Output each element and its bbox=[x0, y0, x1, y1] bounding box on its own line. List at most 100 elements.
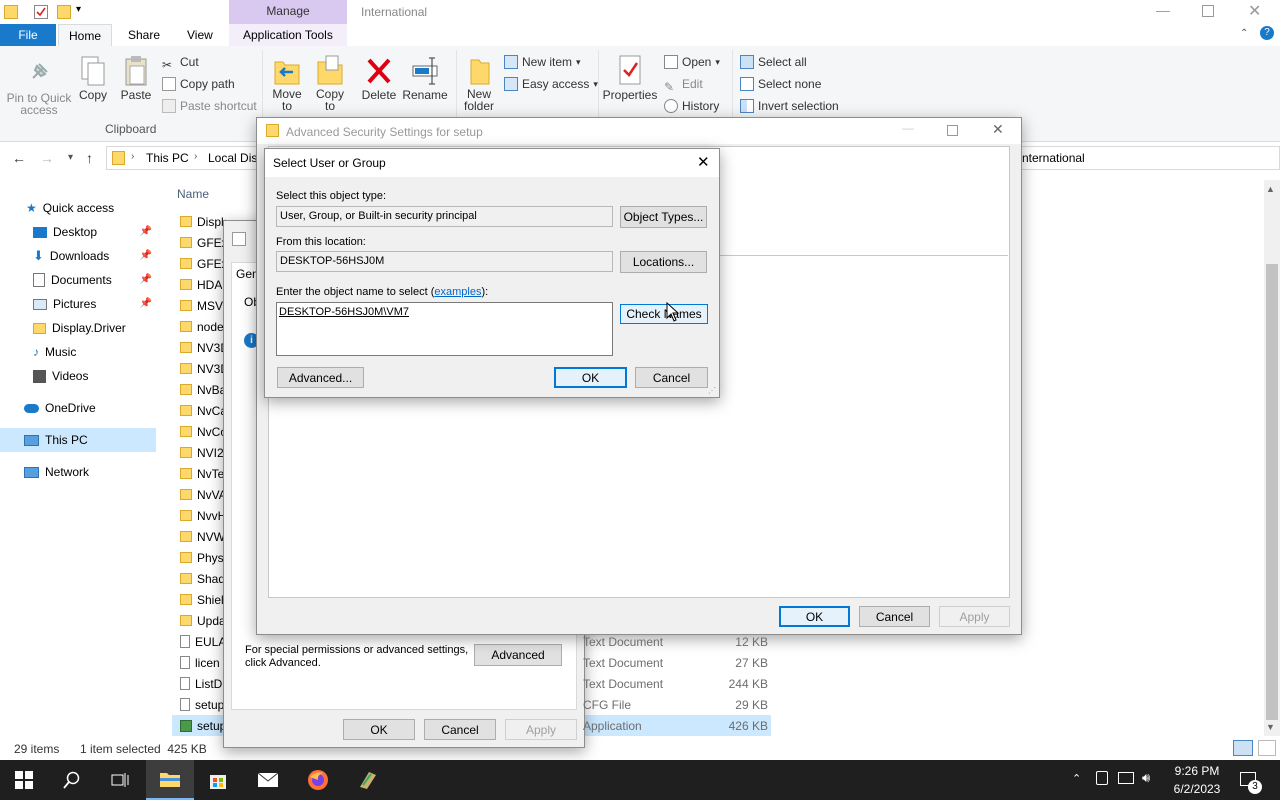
file-row[interactable]: setup bbox=[172, 694, 226, 715]
file-row[interactable]: NvvH bbox=[172, 505, 226, 526]
taskbar-store[interactable] bbox=[194, 760, 242, 800]
invert-selection-button[interactable]: Invert selection bbox=[740, 96, 839, 116]
show-hidden-icons[interactable]: ⌃ bbox=[1072, 772, 1081, 785]
copy-to-button[interactable]: Copy to bbox=[311, 54, 349, 112]
nav-item-display-driver[interactable]: Display.Driver bbox=[0, 316, 156, 340]
copy-path-button[interactable]: Copy path bbox=[162, 74, 235, 94]
nav-item-onedrive[interactable]: OneDrive bbox=[0, 396, 156, 420]
select-none-button[interactable]: Select none bbox=[740, 74, 821, 94]
search-button[interactable] bbox=[48, 760, 96, 800]
scroll-up-icon[interactable]: ▲ bbox=[1266, 184, 1275, 194]
qat-dropdown-icon[interactable]: ▾ bbox=[76, 4, 81, 15]
file-row[interactable]: licen bbox=[172, 652, 226, 673]
tab-file[interactable]: File bbox=[0, 24, 56, 46]
clock-time[interactable]: 9:26 PM bbox=[1162, 764, 1232, 778]
back-arrow-icon[interactable]: ← bbox=[12, 150, 26, 166]
select-all-button[interactable]: Select all bbox=[740, 52, 807, 72]
move-to-button[interactable]: Move to bbox=[268, 54, 306, 112]
pin-quick-access-button[interactable]: Pin to Quick access bbox=[6, 58, 72, 116]
scroll-down-icon[interactable]: ▼ bbox=[1266, 722, 1275, 732]
up-arrow-icon[interactable]: ↑ bbox=[86, 150, 93, 166]
examples-link[interactable]: examples bbox=[434, 286, 481, 298]
file-row[interactable]: NVI2 bbox=[172, 442, 226, 463]
manage-tab[interactable]: Manage bbox=[229, 0, 347, 24]
adv-minimize-button[interactable]: — bbox=[902, 121, 914, 135]
file-row[interactable]: Shiel bbox=[172, 589, 226, 610]
file-row[interactable]: NVW bbox=[172, 526, 226, 547]
cut-button[interactable]: ✂ Cut bbox=[162, 52, 199, 72]
open-button[interactable]: Open ▾ bbox=[664, 52, 720, 72]
nav-item-quick-access[interactable]: ★ Quick access bbox=[0, 196, 156, 220]
props-cancel-button[interactable]: Cancel bbox=[424, 719, 496, 740]
restore-button[interactable] bbox=[1202, 5, 1214, 17]
taskbar-firefox[interactable] bbox=[294, 760, 342, 800]
new-folder-button[interactable]: New folder bbox=[460, 54, 498, 112]
file-row[interactable]: GFEx bbox=[172, 232, 226, 253]
select-advanced-button[interactable]: Advanced... bbox=[277, 367, 364, 388]
help-icon[interactable]: ? bbox=[1260, 26, 1274, 40]
check-names-button[interactable]: Check Names bbox=[620, 304, 708, 324]
copy-button[interactable]: Copy bbox=[76, 54, 110, 102]
props-ok-button[interactable]: OK bbox=[343, 719, 415, 740]
tab-view[interactable]: View bbox=[177, 24, 223, 46]
network-tray-icon[interactable] bbox=[1118, 772, 1134, 784]
tab-application-tools[interactable]: Application Tools bbox=[233, 24, 343, 46]
nav-item-videos[interactable]: Videos bbox=[0, 364, 156, 388]
device-icon[interactable] bbox=[1096, 771, 1108, 785]
delete-button[interactable]: Delete bbox=[358, 54, 400, 102]
select-user-close-button[interactable]: ✕ bbox=[697, 153, 710, 171]
tab-home[interactable]: Home bbox=[58, 24, 112, 46]
taskbar-mail[interactable] bbox=[244, 760, 292, 800]
adv-close-button[interactable]: ✕ bbox=[992, 121, 1004, 138]
edit-button[interactable]: ✎ Edit bbox=[664, 74, 703, 94]
nav-item-downloads[interactable]: ⬇ Downloads 📌 bbox=[0, 244, 156, 268]
volume-icon[interactable]: 🔊︎ bbox=[1142, 770, 1150, 786]
paste-shortcut-button[interactable]: Paste shortcut bbox=[162, 96, 257, 116]
large-icons-view-icon[interactable] bbox=[1258, 740, 1276, 756]
clock-date[interactable]: 6/2/2023 bbox=[1162, 782, 1232, 796]
file-row[interactable]: NvVA bbox=[172, 484, 226, 505]
task-view-button[interactable] bbox=[96, 760, 144, 800]
properties-button[interactable]: Properties bbox=[602, 54, 658, 102]
properties-icon[interactable] bbox=[34, 5, 48, 19]
adv-ok-button[interactable]: OK bbox=[779, 606, 850, 627]
resize-grip-icon[interactable]: ⋰ bbox=[708, 386, 716, 395]
file-row[interactable]: EULA bbox=[172, 631, 226, 652]
file-row[interactable]: Upda bbox=[172, 610, 226, 631]
new-folder-icon[interactable] bbox=[57, 5, 71, 19]
file-row[interactable]: ListD bbox=[172, 673, 226, 694]
scrollbar-thumb[interactable] bbox=[1266, 264, 1278, 720]
file-row[interactable]: NvCa bbox=[172, 400, 226, 421]
forward-arrow-icon[interactable]: → bbox=[40, 150, 54, 166]
file-row[interactable]: Phys bbox=[172, 547, 226, 568]
file-row[interactable]: HDA bbox=[172, 274, 226, 295]
file-row[interactable]: GFEx bbox=[172, 253, 226, 274]
history-button[interactable]: History bbox=[664, 96, 719, 116]
file-row[interactable]: DisplayDriv bbox=[172, 211, 226, 232]
select-ok-button[interactable]: OK bbox=[554, 367, 627, 388]
nav-item-music[interactable]: ♪ Music bbox=[0, 340, 156, 364]
select-cancel-button[interactable]: Cancel bbox=[635, 367, 708, 388]
file-row[interactable]: NV3D bbox=[172, 337, 226, 358]
tab-share[interactable]: Share bbox=[118, 24, 170, 46]
props-apply-button[interactable]: Apply bbox=[505, 719, 577, 740]
file-row[interactable]: node bbox=[172, 316, 226, 337]
new-item-button[interactable]: New item ▾ bbox=[504, 52, 581, 72]
recent-locations-icon[interactable]: ▾ bbox=[68, 152, 73, 163]
file-row[interactable]: NvCo bbox=[172, 421, 226, 442]
ribbon-collapse-icon[interactable]: ⌃ bbox=[1240, 28, 1248, 39]
nav-item-documents[interactable]: Documents 📌 bbox=[0, 268, 156, 292]
file-row[interactable]: setup bbox=[172, 715, 226, 736]
breadcrumb-this-pc[interactable]: This PC bbox=[146, 151, 189, 165]
object-types-button[interactable]: Object Types... bbox=[620, 206, 707, 228]
file-row[interactable]: MSV bbox=[172, 295, 226, 316]
taskbar-app[interactable] bbox=[344, 760, 392, 800]
minimize-button[interactable]: — bbox=[1156, 2, 1170, 18]
file-row[interactable]: Shad bbox=[172, 568, 226, 589]
nav-item-pictures[interactable]: Pictures 📌 bbox=[0, 292, 156, 316]
adv-cancel-button[interactable]: Cancel bbox=[859, 606, 930, 627]
paste-button[interactable]: Paste bbox=[118, 54, 154, 102]
rename-button[interactable]: Rename bbox=[402, 54, 448, 102]
adv-maximize-button[interactable] bbox=[947, 125, 958, 136]
file-row[interactable]: NV3D bbox=[172, 358, 226, 379]
